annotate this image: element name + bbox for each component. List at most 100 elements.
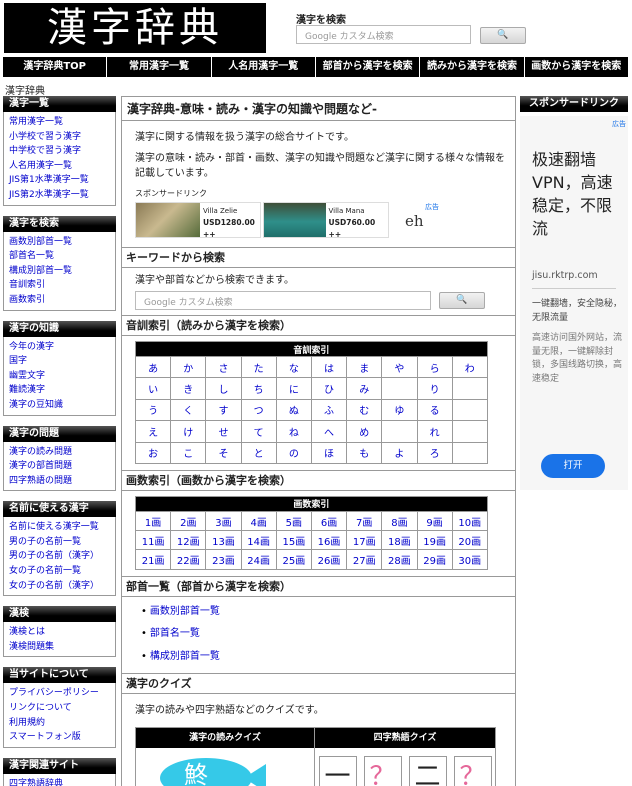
kana-cell[interactable]: か	[170, 355, 207, 379]
radical-link[interactable]: 部首名一覧	[150, 628, 200, 639]
ad-open-button[interactable]: 打开	[541, 454, 605, 478]
stroke-link[interactable]: 30画	[458, 556, 481, 567]
stroke-cell[interactable]: 21画	[134, 549, 172, 570]
kana-link[interactable]: ま	[359, 364, 369, 375]
nav-radical[interactable]: 部首から漢字を検索	[314, 57, 419, 77]
kana-link[interactable]: な	[289, 364, 299, 375]
stroke-link[interactable]: 20画	[458, 537, 481, 548]
radical-link[interactable]: 構成別部首一覧	[150, 651, 220, 662]
stroke-link[interactable]: 15画	[282, 537, 305, 548]
stroke-cell[interactable]: 18画	[381, 530, 418, 551]
sidebar-link[interactable]: 構成別部首一覧	[9, 264, 115, 279]
right-ad[interactable]: 広告 极速翻墙VPN，高速稳定，不限流 jisu.rktrp.com 一键翻墙，…	[520, 116, 628, 490]
kana-cell[interactable]: き	[170, 377, 207, 400]
stroke-link[interactable]: 5画	[286, 518, 302, 529]
kana-cell[interactable]: た	[240, 355, 277, 379]
kana-link[interactable]: め	[359, 428, 369, 439]
kana-link[interactable]: む	[359, 406, 369, 417]
kana-link[interactable]: つ	[254, 406, 264, 417]
kana-cell[interactable]: ゆ	[381, 398, 418, 422]
sidebar-link[interactable]: 漢字の読み問題	[9, 445, 115, 460]
kana-cell[interactable]: つ	[240, 398, 277, 422]
kana-link[interactable]: お	[148, 449, 158, 460]
stroke-cell[interactable]: 8画	[381, 510, 418, 532]
stroke-link[interactable]: 22画	[177, 556, 200, 567]
stroke-link[interactable]: 6画	[321, 518, 337, 529]
kana-link[interactable]: さ	[218, 364, 228, 375]
keyword-search-button[interactable]: 🔍	[439, 292, 485, 309]
kana-cell[interactable]: ろ	[416, 441, 453, 464]
kana-link[interactable]: そ	[218, 449, 228, 460]
stroke-link[interactable]: 27画	[353, 556, 376, 567]
kana-cell[interactable]: ら	[416, 355, 453, 379]
kana-cell[interactable]: る	[416, 398, 453, 422]
kana-link[interactable]: も	[359, 449, 369, 460]
stroke-cell[interactable]: 14画	[240, 530, 277, 551]
sidebar-link[interactable]: 人名用漢字一覧	[9, 159, 115, 174]
kana-link[interactable]: る	[430, 406, 440, 417]
keyword-search-input[interactable]: Google カスタム検索	[135, 291, 431, 310]
stroke-cell[interactable]: 24画	[240, 549, 277, 570]
sidebar-link[interactable]: 画数索引	[9, 293, 115, 308]
kana-link[interactable]: し	[218, 385, 228, 396]
kana-link[interactable]: こ	[183, 449, 193, 460]
kana-cell[interactable]: へ	[310, 420, 348, 443]
kana-cell[interactable]: い	[134, 377, 172, 400]
kana-link[interactable]: へ	[324, 428, 334, 439]
kana-cell[interactable]: て	[240, 420, 277, 443]
site-logo[interactable]: 漢字辞典	[4, 3, 266, 53]
stroke-link[interactable]: 1画	[145, 518, 161, 529]
kana-cell[interactable]: よ	[381, 441, 418, 464]
sidebar-link[interactable]: 利用規約	[9, 716, 115, 731]
stroke-cell[interactable]: 13画	[205, 530, 242, 551]
kana-cell[interactable]: れ	[416, 420, 453, 443]
kana-cell[interactable]: そ	[205, 441, 242, 464]
stroke-cell[interactable]: 30画	[451, 549, 488, 570]
kana-cell[interactable]: な	[275, 355, 312, 379]
kana-link[interactable]: ゆ	[394, 406, 404, 417]
nav-jinmei[interactable]: 人名用漢字一覧	[210, 57, 315, 77]
stroke-cell[interactable]: 16画	[310, 530, 348, 551]
sidebar-link[interactable]: JIS第1水準漢字一覧	[9, 173, 115, 188]
kana-cell[interactable]: し	[205, 377, 242, 400]
sidebar-link[interactable]: 難読漢字	[9, 383, 115, 398]
stroke-link[interactable]: 10画	[458, 518, 481, 529]
stroke-link[interactable]: 12画	[177, 537, 200, 548]
sidebar-link[interactable]: 幽霊文字	[9, 369, 115, 384]
stroke-link[interactable]: 3画	[215, 518, 231, 529]
stroke-cell[interactable]: 5画	[275, 510, 312, 532]
sidebar-link[interactable]: 中学校で習う漢字	[9, 144, 115, 159]
kana-cell[interactable]: く	[170, 398, 207, 422]
kana-cell[interactable]: お	[134, 441, 172, 464]
stroke-cell[interactable]: 22画	[170, 549, 207, 570]
sidebar-link[interactable]: 漢検とは	[9, 625, 115, 640]
sidebar-link[interactable]: 音訓索引	[9, 278, 115, 293]
kana-link[interactable]: あ	[148, 364, 158, 375]
kana-link[interactable]: の	[289, 449, 299, 460]
sidebar-link[interactable]: 四字熟語辞典	[9, 777, 115, 786]
sidebar-link[interactable]: 常用漢字一覧	[9, 115, 115, 130]
stroke-link[interactable]: 17画	[353, 537, 376, 548]
stroke-link[interactable]: 14画	[247, 537, 270, 548]
stroke-link[interactable]: 8画	[391, 518, 407, 529]
kana-link[interactable]: に	[289, 385, 299, 396]
nav-top[interactable]: 漢字辞典TOP	[3, 57, 106, 77]
kana-link[interactable]: え	[148, 428, 158, 439]
kana-cell[interactable]: む	[346, 398, 383, 422]
stroke-cell[interactable]: 20画	[451, 530, 488, 551]
sidebar-link[interactable]: リンクについて	[9, 701, 115, 716]
stroke-link[interactable]: 26画	[318, 556, 341, 567]
kana-link[interactable]: せ	[218, 428, 228, 439]
kana-link[interactable]: ら	[430, 364, 440, 375]
kana-link[interactable]: ふ	[324, 406, 334, 417]
stroke-link[interactable]: 4画	[250, 518, 266, 529]
kana-cell[interactable]: ふ	[310, 398, 348, 422]
nav-stroke[interactable]: 画数から漢字を検索	[523, 57, 628, 77]
kana-cell[interactable]: こ	[170, 441, 207, 464]
stroke-cell[interactable]: 26画	[310, 549, 348, 570]
kana-cell[interactable]: ほ	[310, 441, 348, 464]
kana-cell[interactable]: ち	[240, 377, 277, 400]
stroke-cell[interactable]: 3画	[205, 510, 242, 532]
ad-headline[interactable]: 极速翻墙VPN，高速稳定，不限流	[532, 148, 626, 240]
kana-cell[interactable]: ま	[346, 355, 383, 379]
